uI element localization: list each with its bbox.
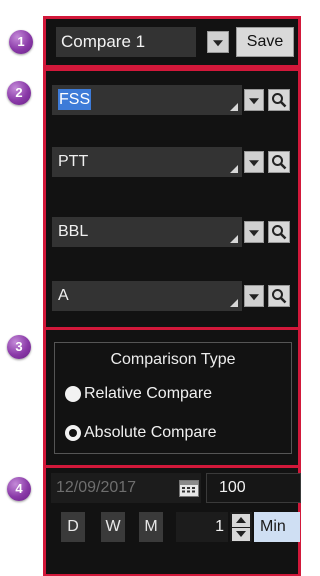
search-icon: [272, 93, 287, 108]
symbol-input-4[interactable]: A: [52, 281, 242, 311]
step-badge-1: 1: [9, 30, 33, 54]
comparison-type-title: Comparison Type: [110, 351, 236, 368]
save-button[interactable]: Save: [236, 27, 294, 57]
symbol-dropdown-button-4[interactable]: [244, 285, 264, 307]
symbol-input-1[interactable]: FSS: [52, 85, 242, 115]
symbol-dropdown-button-3[interactable]: [244, 221, 264, 243]
step-badge-2: 2: [7, 81, 31, 105]
search-icon: [272, 155, 287, 170]
resize-grip-icon: [230, 299, 238, 307]
symbol-input-3[interactable]: BBL: [52, 217, 242, 247]
search-icon: [272, 289, 287, 304]
period-month-button[interactable]: M: [139, 512, 163, 542]
search-icon: [272, 225, 287, 240]
spin-up-icon[interactable]: [232, 514, 250, 527]
resize-grip-icon: [230, 235, 238, 243]
symbol-text: FSS: [58, 89, 92, 110]
search-button-4[interactable]: [268, 285, 290, 307]
symbol-text: BBL: [58, 223, 89, 240]
interval-unit-select[interactable]: Min: [254, 512, 300, 542]
search-button-2[interactable]: [268, 151, 290, 173]
resize-grip-icon: [230, 103, 238, 111]
compare-set-select[interactable]: Compare 1: [56, 27, 196, 57]
step-badge-4: 4: [7, 477, 31, 501]
interval-spinner[interactable]: [230, 512, 252, 542]
symbol-text: A: [58, 287, 69, 304]
bar-count-input[interactable]: 100: [206, 473, 301, 503]
period-day-button[interactable]: D: [61, 512, 85, 542]
interval-input[interactable]: 1: [176, 512, 228, 542]
compare-set-panel: Compare 1 Save: [43, 16, 301, 68]
period-week-button[interactable]: W: [101, 512, 125, 542]
symbol-dropdown-button-1[interactable]: [244, 89, 264, 111]
date-value: 12/09/2017: [56, 479, 137, 496]
symbol-list-panel: FSS PTT BBL A: [43, 68, 301, 330]
spin-down-icon[interactable]: [232, 528, 250, 541]
comparison-type-group: Comparison Type Relative Compare Absolut…: [54, 342, 292, 454]
symbol-input-2[interactable]: PTT: [52, 147, 242, 177]
step-badge-3: 3: [7, 335, 31, 359]
comparison-type-panel: Comparison Type Relative Compare Absolut…: [43, 327, 301, 468]
search-button-1[interactable]: [268, 89, 290, 111]
calendar-icon[interactable]: [179, 479, 199, 497]
resize-grip-icon: [230, 165, 238, 173]
symbol-dropdown-button-2[interactable]: [244, 151, 264, 173]
radio-unchecked-icon: [65, 425, 81, 441]
radio-checked-icon: [65, 386, 81, 402]
relative-compare-label: Relative Compare: [84, 385, 213, 402]
time-settings-panel: 12/09/2017 100 D W M 1 Min: [43, 465, 301, 576]
compare-set-dropdown-button[interactable]: [207, 31, 229, 53]
search-button-3[interactable]: [268, 221, 290, 243]
absolute-compare-label: Absolute Compare: [84, 424, 217, 441]
date-input[interactable]: 12/09/2017: [51, 473, 201, 503]
symbol-text: PTT: [58, 153, 89, 170]
